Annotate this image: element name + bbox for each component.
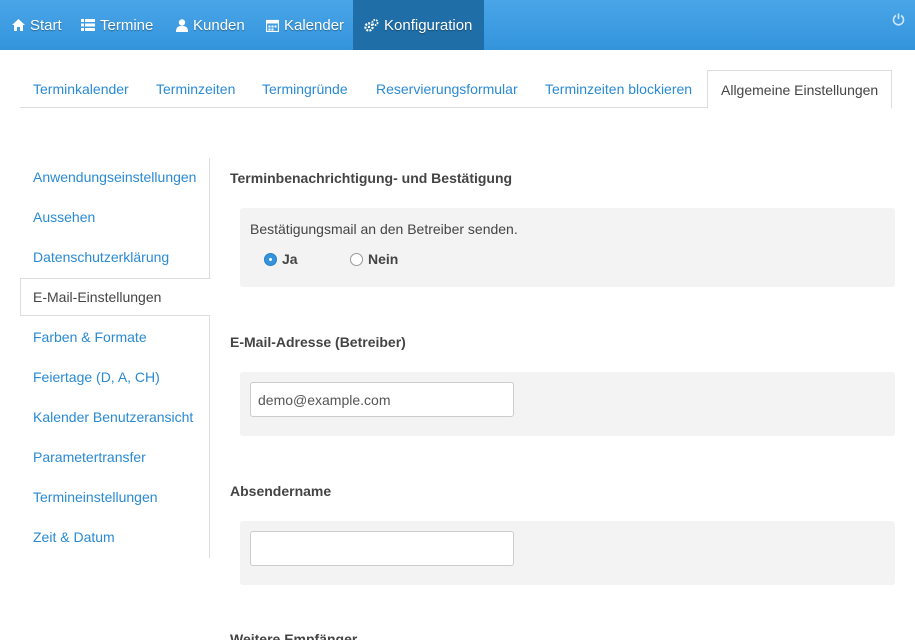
sidebar-item-email-einstellungen[interactable]: E-Mail-Einstellungen	[20, 278, 211, 316]
sidebar-item-kalender-benutzeransicht[interactable]: Kalender Benutzeransicht	[20, 398, 210, 436]
sidebar-item-anwendungseinstellungen[interactable]: Anwendungseinstellungen	[20, 158, 210, 196]
radio-ja-label: Ja	[282, 251, 298, 267]
notification-description: Bestätigungsmail an den Betreiber senden…	[250, 221, 518, 237]
nav-konfiguration-label: Konfiguration	[384, 16, 473, 34]
radio-nein-circle[interactable]	[350, 252, 363, 266]
radio-nein[interactable]: Nein	[350, 251, 398, 267]
user-icon	[176, 18, 188, 32]
sender-panel	[240, 521, 895, 585]
sender-section-title: Absendername	[230, 483, 332, 499]
more-recipients-section-title: Weitere Empfänger	[230, 631, 358, 640]
tab-terminzeiten[interactable]: Terminzeiten	[156, 70, 235, 108]
calendar-icon	[266, 19, 279, 32]
sender-name-input[interactable]	[250, 531, 514, 566]
list-icon	[81, 19, 95, 31]
radio-ja[interactable]: Ja	[264, 251, 298, 267]
tab-reservierungsformular[interactable]: Reservierungsformular	[376, 70, 518, 108]
sidebar-item-datenschutzerklaerung[interactable]: Datenschutzerklärung	[20, 238, 210, 276]
settings-sidebar: Anwendungseinstellungen Aussehen Datensc…	[20, 158, 211, 558]
tab-termingruende[interactable]: Termingründe	[262, 70, 348, 108]
nav-kalender-label: Kalender	[284, 16, 345, 34]
nav-termine[interactable]: Termine	[81, 0, 153, 50]
sidebar-item-zeit-datum[interactable]: Zeit & Datum	[20, 518, 210, 556]
config-tabs: Terminkalender Terminzeiten Termingründe…	[20, 70, 893, 109]
cogs-icon	[364, 18, 379, 32]
radio-ja-circle[interactable]	[264, 252, 277, 266]
email-input[interactable]	[250, 382, 514, 417]
sidebar-item-parametertransfer[interactable]: Parametertransfer	[20, 438, 210, 476]
radio-nein-label: Nein	[368, 251, 399, 267]
nav-start-label: Start	[30, 16, 62, 34]
power-icon[interactable]	[892, 13, 905, 26]
nav-termine-label: Termine	[100, 16, 154, 34]
tab-allgemeine-einstellungen[interactable]: Allgemeine Einstellungen	[707, 70, 893, 109]
email-panel	[240, 372, 895, 436]
nav-kunden-label: Kunden	[193, 16, 245, 34]
notification-panel: Bestätigungsmail an den Betreiber senden…	[240, 208, 895, 287]
nav-kunden[interactable]: Kunden	[176, 0, 245, 50]
tab-terminzeiten-blockieren[interactable]: Terminzeiten blockieren	[545, 70, 692, 108]
home-icon	[12, 19, 25, 31]
sidebar-item-aussehen[interactable]: Aussehen	[20, 198, 210, 236]
nav-start[interactable]: Start	[12, 0, 62, 50]
tab-terminkalender[interactable]: Terminkalender	[33, 70, 129, 108]
nav-konfiguration[interactable]: Konfiguration	[353, 0, 484, 50]
email-section-title: E-Mail-Adresse (Betreiber)	[230, 334, 406, 350]
sidebar-item-termineinstellungen[interactable]: Termineinstellungen	[20, 478, 210, 516]
top-navbar: Start Termine Kunden Kalender Konfigurat…	[0, 0, 915, 50]
sidebar-item-farben-formate[interactable]: Farben & Formate	[20, 318, 210, 356]
notification-section-title: Terminbenachrichtigung- und Bestätigung	[230, 170, 513, 186]
sidebar-item-feiertage[interactable]: Feiertage (D, A, CH)	[20, 358, 210, 396]
nav-kalender[interactable]: Kalender	[266, 0, 344, 50]
